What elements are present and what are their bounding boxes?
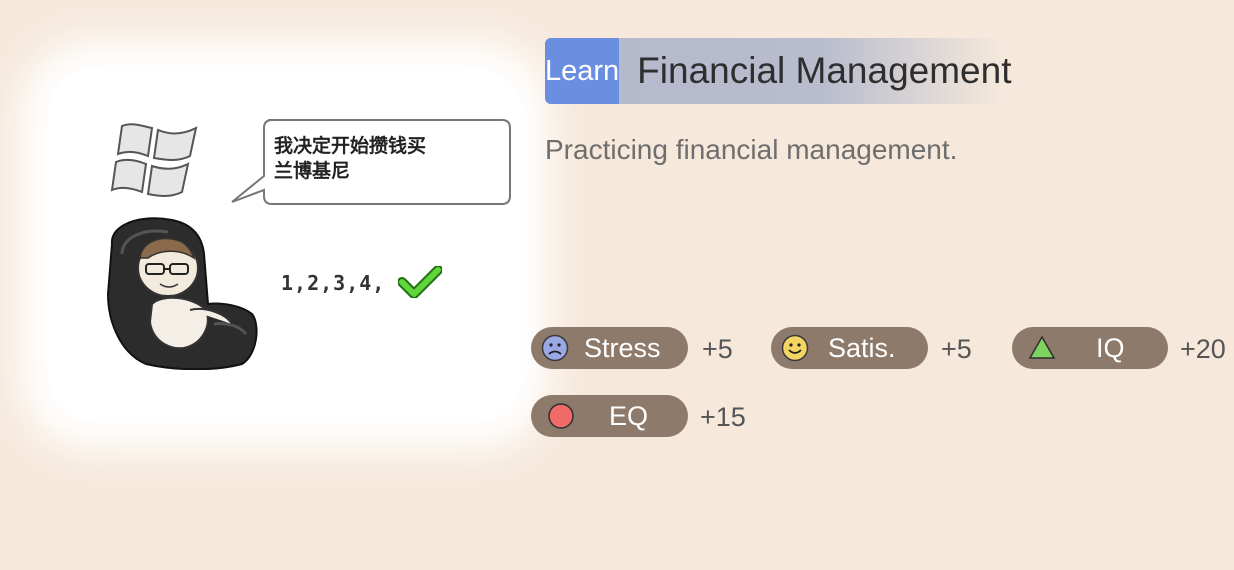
stat-stress-label: Stress	[584, 333, 661, 363]
stat-stress-delta: +5	[702, 334, 733, 364]
event-description: Practicing financial management.	[545, 134, 958, 165]
event-title: Financial Management	[637, 50, 1012, 91]
stat-eq-delta: +15	[700, 402, 746, 432]
stat-iq-pill: IQ	[1012, 327, 1168, 369]
stat-satisfaction-delta: +5	[941, 334, 972, 364]
checkmark-icon	[398, 266, 442, 298]
bubble-line-1: 我决定开始攒钱买	[274, 135, 427, 157]
category-badge: Learn	[545, 38, 620, 104]
event-title-bar: Learn Financial Management	[545, 38, 1012, 104]
speech-bubble-text: 我决定开始攒钱买 兰博基尼	[274, 134, 494, 184]
triangle-icon	[1028, 335, 1056, 359]
windows-logo-icon	[110, 123, 198, 197]
stat-satisfaction-label: Satis.	[828, 333, 896, 363]
character-in-armchair	[106, 217, 258, 370]
stat-iq-label: IQ	[1096, 333, 1125, 363]
sad-face-icon	[541, 334, 569, 362]
bubble-line-2: 兰博基尼	[274, 160, 351, 182]
counting-text: 1,2,3,4,	[281, 271, 386, 295]
stat-eq-label: EQ	[609, 401, 649, 431]
smiley-face-icon	[781, 334, 809, 362]
stat-satisfaction-pill: Satis.	[771, 327, 928, 369]
circle-icon	[548, 403, 574, 429]
stat-stress-pill: Stress	[531, 327, 688, 369]
stat-eq-pill: EQ	[531, 395, 688, 437]
stat-iq-delta: +20	[1180, 334, 1226, 364]
